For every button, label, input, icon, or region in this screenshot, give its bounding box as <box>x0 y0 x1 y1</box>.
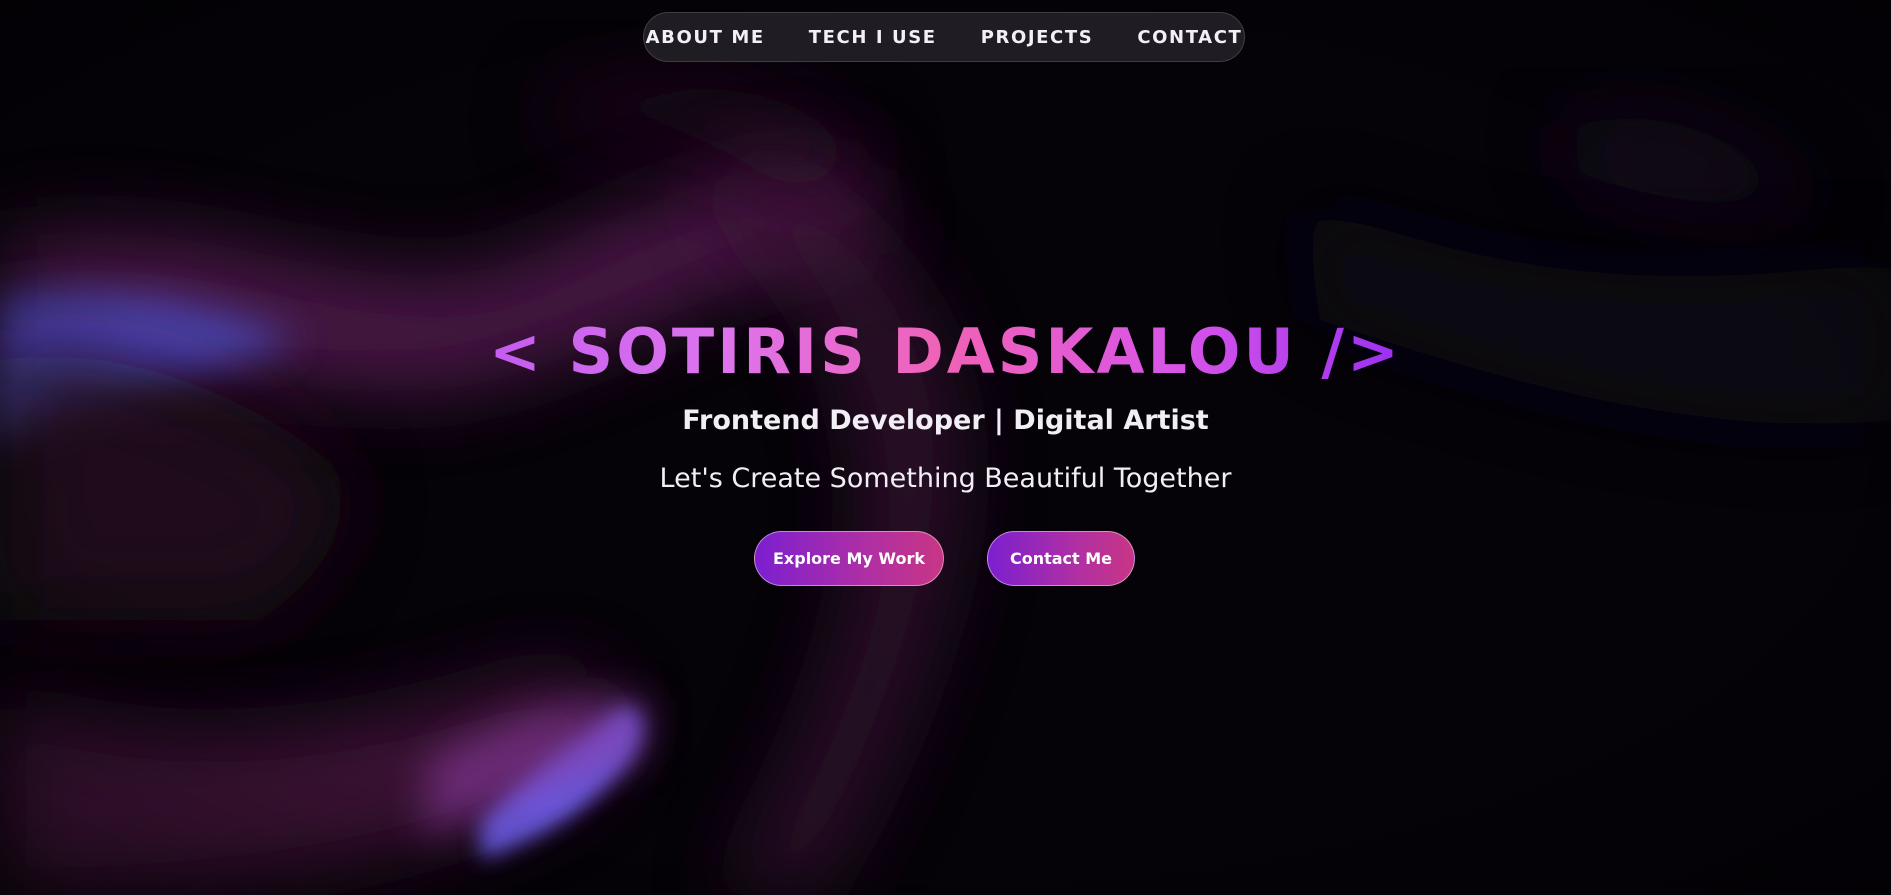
hero-title: < SOTIRIS DASKALOU /> <box>0 312 1891 392</box>
hero-subtitle: Frontend Developer | Digital Artist <box>682 405 1209 436</box>
nav-item-contact[interactable]: CONTACT <box>1137 27 1242 48</box>
hero-title-text: < SOTIRIS DASKALOU /> <box>489 315 1402 388</box>
nav-item-projects[interactable]: PROJECTS <box>981 27 1094 48</box>
contact-me-button[interactable]: Contact Me <box>987 531 1135 586</box>
explore-my-work-button[interactable]: Explore My Work <box>754 531 944 586</box>
abstract-smoke-background <box>0 0 1891 895</box>
nav-item-about-me[interactable]: ABOUT ME <box>646 27 765 48</box>
nav-item-tech-i-use[interactable]: TECH I USE <box>809 27 937 48</box>
top-navigation: ABOUT ME TECH I USE PROJECTS CONTACT <box>643 12 1245 62</box>
hero-tagline: Let's Create Something Beautiful Togethe… <box>659 463 1232 494</box>
landing-page: ABOUT ME TECH I USE PROJECTS CONTACT < S… <box>0 0 1891 895</box>
